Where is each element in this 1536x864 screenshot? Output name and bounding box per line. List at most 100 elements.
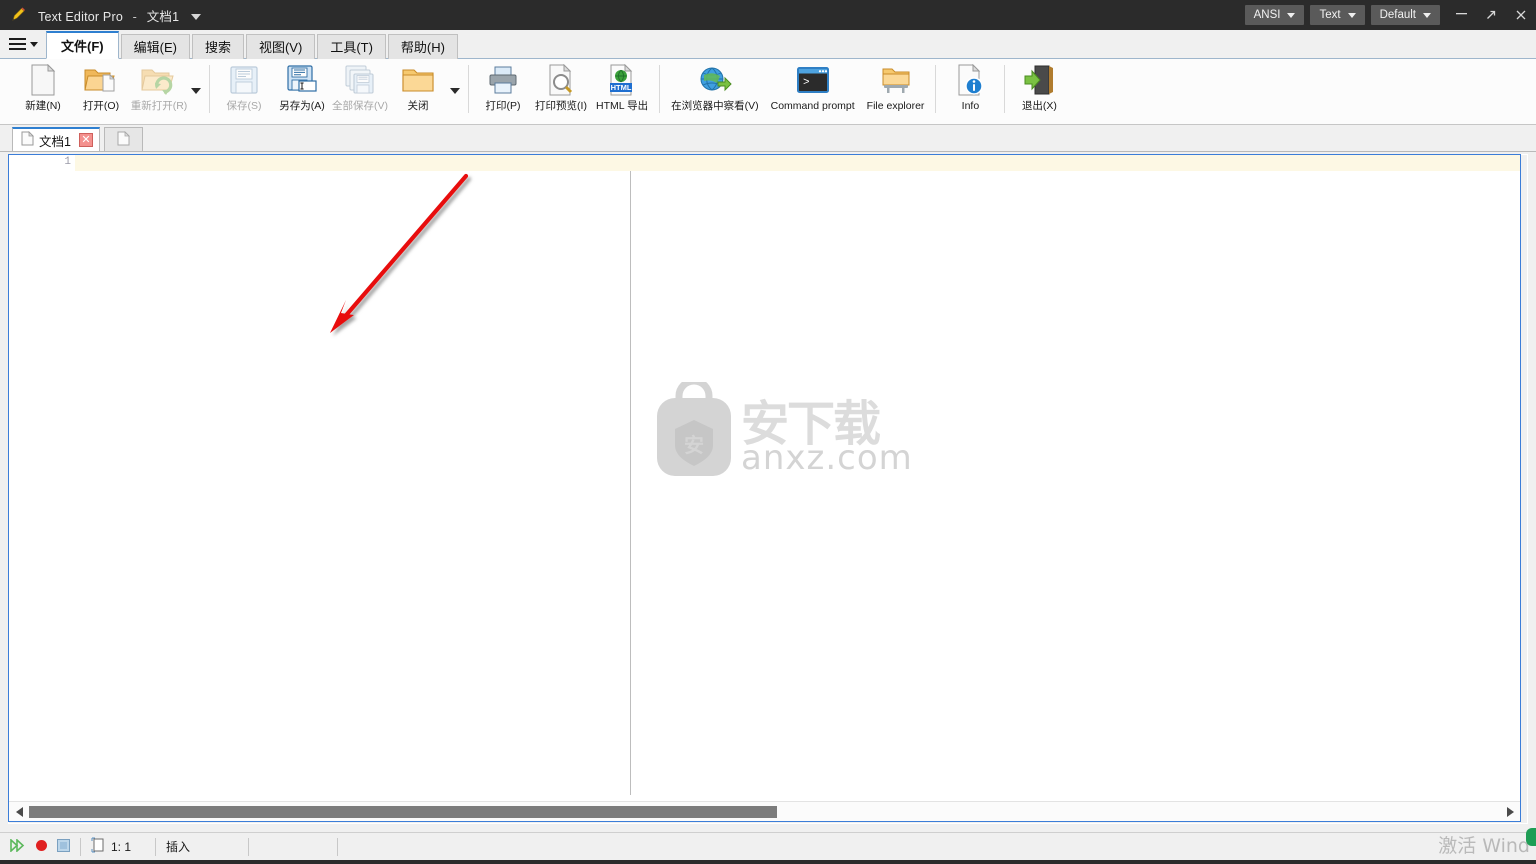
toolbar-separator (209, 65, 210, 113)
info-button[interactable]: Info (941, 59, 999, 123)
reopen-folder-icon (141, 63, 177, 97)
stop-icon[interactable] (57, 838, 70, 855)
tab-search[interactable]: 搜索 (191, 34, 244, 59)
view-in-browser-button-label: 在浏览器中察看(V) (671, 100, 759, 112)
save-all-icon (344, 63, 376, 97)
view-in-browser-button[interactable]: 在浏览器中察看(V) (665, 59, 765, 123)
encoding-label: ANSI (1253, 9, 1281, 21)
tab-view[interactable]: 视图(V) (245, 34, 316, 59)
browser-globe-icon (698, 63, 732, 97)
open-button[interactable]: 打开(O) (72, 59, 130, 123)
toolbar-separator (1004, 65, 1006, 113)
scrollbar-track[interactable] (29, 802, 1500, 822)
close-folder-icon (401, 63, 435, 97)
title-bar-right: ANSI Text Default (1244, 0, 1536, 30)
stop-record-icon[interactable] (35, 839, 48, 855)
app-name: Text Editor Pro (38, 9, 123, 24)
ribbon-toolbar: 新建(N) 打开(O) 重新打开(R) 保存(S) 另存为(A) 全部保存(V)… (0, 59, 1536, 125)
info-button-label: Info (961, 100, 980, 112)
status-cell-empty-2[interactable] (338, 834, 1536, 860)
caret-position-icon (91, 837, 105, 856)
new-button[interactable]: 新建(N) (14, 59, 72, 123)
print-button-label: 打印(P) (485, 100, 521, 112)
reopen-button-label: 重新打开(R) (130, 100, 188, 112)
print-preview-icon (546, 63, 576, 97)
restore-button[interactable] (1476, 0, 1506, 30)
info-document-icon (956, 63, 984, 97)
file-explorer-button[interactable]: File explorer (861, 59, 931, 123)
close-file-button[interactable]: 关闭 (389, 59, 447, 123)
tab-edit[interactable]: 编辑(E) (120, 34, 190, 59)
reopen-dropdown-button[interactable] (188, 59, 204, 123)
caret-position-value: 1: 1 (111, 839, 132, 854)
insert-mode-cell[interactable]: 插入 (156, 834, 248, 860)
chevron-down-icon[interactable] (190, 14, 201, 21)
pencil-icon (10, 7, 26, 23)
save-as-button-label: 另存为(A) (279, 100, 325, 112)
save-all-button-label: 全部保存(V) (332, 100, 388, 112)
filetype-selector[interactable]: Text (1310, 5, 1365, 25)
command-prompt-icon: > (796, 63, 830, 97)
scroll-left-arrow-icon[interactable] (9, 802, 29, 822)
printer-icon (488, 63, 518, 97)
text-editor-area[interactable]: 1 (8, 154, 1521, 822)
html-export-button[interactable]: HTML HTML 导出 (590, 59, 654, 123)
window-title: Text Editor Pro - 文档1 (38, 6, 201, 25)
edge-indicator (1526, 828, 1536, 846)
caret-position-cell[interactable]: 1: 1 (81, 834, 155, 860)
save-button[interactable]: 保存(S) (215, 59, 273, 123)
document-tab-strip: 文档1 ✕ (0, 125, 1536, 152)
title-document-name: 文档1 (146, 9, 180, 24)
tab-tools[interactable]: 工具(T) (317, 34, 386, 59)
document-icon (21, 131, 34, 149)
exit-button[interactable]: 退出(X) (1010, 59, 1068, 123)
svg-text:>: > (803, 77, 810, 89)
svg-text:HTML: HTML (611, 83, 632, 92)
chevron-down-icon (1423, 12, 1431, 18)
minimize-button[interactable] (1446, 0, 1476, 30)
scheme-label: Default (1379, 9, 1416, 21)
save-as-button[interactable]: 另存为(A) (273, 59, 331, 123)
print-preview-button-label: 打印预览(I) (535, 100, 587, 112)
close-dropdown-button[interactable] (447, 59, 463, 123)
file-explorer-icon (880, 63, 912, 97)
title-bar: Text Editor Pro - 文档1 ANSI Text Default (0, 0, 1536, 30)
new-document-icon (29, 63, 57, 97)
close-icon[interactable]: ✕ (78, 133, 93, 147)
menu-bar: 文件(F) 编辑(E) 搜索 视图(V) 工具(T) 帮助(H) (0, 30, 1536, 59)
line-number-gutter: 1 (9, 155, 75, 821)
chevron-down-icon (1347, 12, 1356, 18)
current-line-highlight (9, 155, 1520, 171)
new-document-tab[interactable] (103, 127, 143, 151)
macro-controls (0, 834, 80, 860)
exit-door-icon (1024, 63, 1054, 97)
tab-file[interactable]: 文件(F) (46, 31, 119, 59)
toolbar-separator (468, 65, 469, 113)
status-cell-empty-1[interactable] (249, 834, 337, 860)
window-bottom-band (0, 860, 1536, 864)
toolbar-separator (659, 65, 661, 113)
close-button[interactable] (1506, 0, 1536, 30)
windows-activation-notice: 激活 Wind (1438, 835, 1530, 857)
document-tab-label: 文档1 (39, 134, 71, 149)
document-tab-1[interactable]: 文档1 ✕ (12, 127, 100, 151)
status-bar: 1: 1 插入 (0, 832, 1536, 860)
print-button[interactable]: 打印(P) (474, 59, 532, 123)
save-all-button[interactable]: 全部保存(V) (331, 59, 389, 123)
scheme-selector[interactable]: Default (1370, 5, 1440, 25)
scroll-right-arrow-icon[interactable] (1500, 802, 1520, 822)
reopen-button[interactable]: 重新打开(R) (130, 59, 188, 123)
run-icon[interactable] (10, 837, 26, 855)
tab-help[interactable]: 帮助(H) (387, 34, 458, 59)
new-tab-document-icon (117, 130, 130, 149)
file-explorer-button-label: File explorer (866, 100, 925, 112)
hamburger-menu-button[interactable] (0, 31, 46, 57)
html-export-icon: HTML (608, 63, 636, 97)
print-preview-button[interactable]: 打印预览(I) (532, 59, 590, 123)
encoding-selector[interactable]: ANSI (1244, 5, 1305, 25)
save-diskette-icon (229, 63, 259, 97)
horizontal-scrollbar[interactable] (9, 801, 1520, 821)
command-prompt-button[interactable]: > Command prompt (765, 59, 861, 123)
scrollbar-thumb[interactable] (29, 805, 777, 818)
open-button-label: 打开(O) (82, 100, 120, 112)
